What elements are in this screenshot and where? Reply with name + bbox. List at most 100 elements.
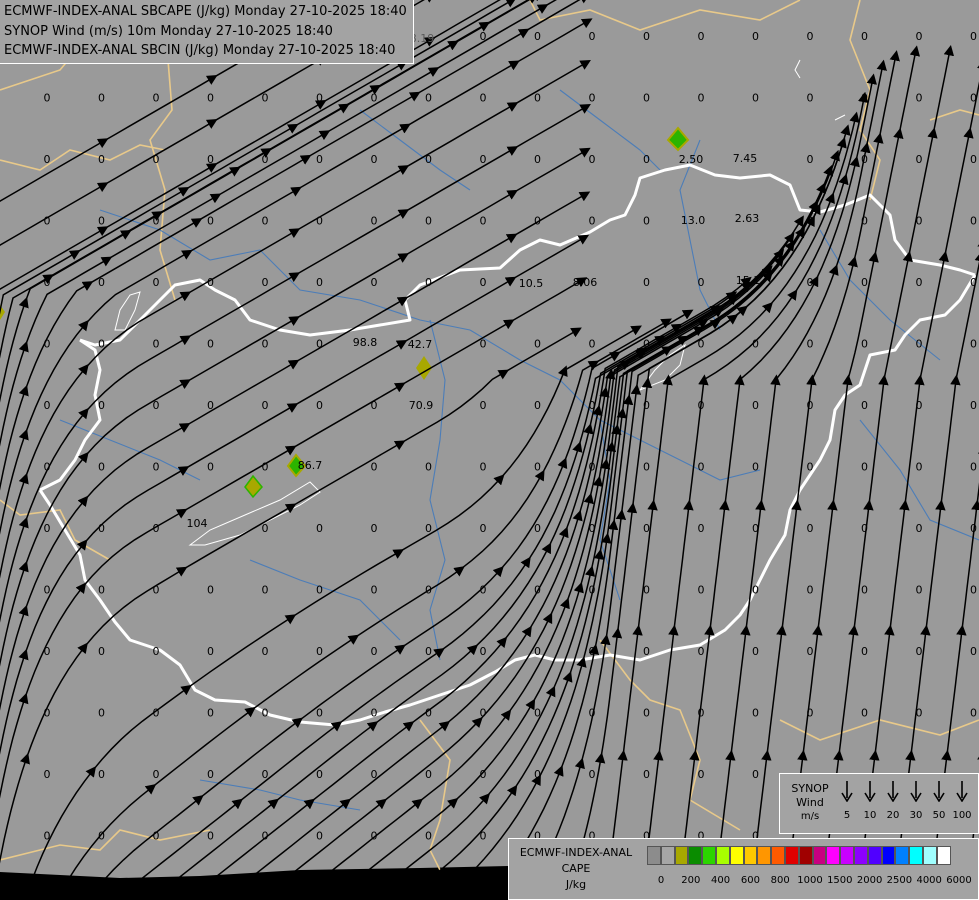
cape-zero-label: 0: [480, 153, 487, 166]
cape-zero-label: 0: [262, 399, 269, 412]
cape-zero-label: 0: [916, 645, 923, 658]
cape-zero-label: 0: [98, 399, 105, 412]
cape-zero-label: 0: [371, 461, 378, 474]
cape-zero-label: 0: [807, 30, 814, 43]
cape-zero-label: 0: [371, 707, 378, 720]
cape-zero-label: 0: [534, 399, 541, 412]
cape-zero-label: 0: [316, 707, 323, 720]
cape-tick-labels: 0 200 400 600 800 1000 1500 2000 2500 4000 6000: [647, 875, 977, 889]
cape-zero-label: 0: [316, 276, 323, 289]
cape-zero-label: 0: [98, 707, 105, 720]
cape-zero-label: 0: [153, 276, 160, 289]
synop-legend-value: 10: [863, 810, 877, 821]
cape-zero-label: 0: [916, 584, 923, 597]
cape-zero-label: 0: [207, 461, 214, 474]
cape-zero-label: 0: [153, 645, 160, 658]
cape-swatch: [729, 846, 744, 865]
cape-zero-label: 0: [262, 338, 269, 351]
cape-zero-label: 0: [643, 461, 650, 474]
cape-zero-label: 0: [371, 645, 378, 658]
cape-zero-label: 0: [480, 645, 487, 658]
cape-color-legend: ECMWF-INDEX-ANAL CAPE J/kg 0 200 400 600 800…: [508, 838, 979, 900]
cin-label: 98.8: [353, 336, 378, 349]
cape-zero-label: 0: [861, 461, 868, 474]
cape-zero-label: 0: [371, 153, 378, 166]
cape-zero-label: 0: [752, 584, 759, 597]
cape-zero-label: 0: [371, 92, 378, 105]
cape-zero-label: 0: [534, 645, 541, 658]
cape-zero-label: 0: [861, 338, 868, 351]
cape-zero-label: 0: [643, 215, 650, 228]
cape-tick-label: 400: [711, 875, 731, 886]
cape-zero-label: 0: [98, 645, 105, 658]
cin-label: 10.5: [519, 277, 544, 290]
synop-legend-unit: m/s: [800, 811, 820, 822]
cape-zero-label: 0: [316, 153, 323, 166]
cape-swatch: [660, 846, 675, 865]
cape-zero-label: 0: [44, 645, 51, 658]
cape-zero-label: 0: [752, 707, 759, 720]
cape-swatch: [757, 846, 772, 865]
cape-swatch: [909, 846, 923, 865]
cape-zero-label: 0: [207, 153, 214, 166]
cape-zero-label: 0: [698, 645, 705, 658]
cape-zero-label: 0: [643, 768, 650, 781]
cin-label: 86.7: [298, 459, 323, 472]
cape-zero-label: 0: [316, 768, 323, 781]
cape-tick-label: 0: [657, 875, 665, 886]
cape-tick-label: 2000: [856, 875, 883, 886]
cape-zero-label: 0: [534, 153, 541, 166]
cape-tick-label: 800: [770, 875, 790, 886]
cape-zero-label: 0: [916, 92, 923, 105]
cape-swatch: [798, 846, 813, 865]
cin-label: 7.45: [733, 152, 758, 165]
wind-arrow-icon: [887, 781, 899, 802]
cape-swatch: [826, 846, 841, 865]
cape-zero-label: 0: [916, 522, 923, 535]
weather-map[interactable]: 0 0 0 0 0 0 0 0 0 0 0 0 0 0 0 0 0 0 0 0 0 0 0 0 0 0 0 0 0 0 0 0 0 0 0 0 0 0 0 0…: [0, 0, 979, 900]
cape-zero-label: 0: [589, 92, 596, 105]
cape-zero-label: 0: [316, 399, 323, 412]
cape-swatch: [853, 846, 868, 865]
cape-zero-label: 0: [807, 153, 814, 166]
cape-zero-label: 0: [534, 461, 541, 474]
cape-zero-label: 0: [534, 30, 541, 43]
synop-legend-subtitle: Wind: [796, 796, 824, 809]
synop-legend-value: 20: [886, 810, 900, 821]
cape-zero-label: 0: [316, 830, 323, 843]
cin-label: 42.7: [408, 338, 433, 351]
wind-arrow-icon: [933, 781, 945, 802]
map-title-box: ECMWF-INDEX-ANAL SBCAPE (J/kg) Monday 27…: [0, 0, 414, 64]
cape-zero-label: 0: [589, 153, 596, 166]
cape-zero-label: 0: [98, 215, 105, 228]
cape-zero-label: 0: [371, 276, 378, 289]
cape-zero-label: 0: [425, 92, 432, 105]
cape-swatch: [922, 846, 937, 865]
cape-zero-label: 0: [643, 30, 650, 43]
cape-zero-label: 0: [970, 584, 977, 597]
cape-zero-label: 0: [752, 30, 759, 43]
cape-zero-label: 0: [371, 522, 378, 535]
cape-swatch: [784, 846, 799, 865]
cin-label: 2.63: [735, 212, 760, 225]
cape-zero-label: 0: [98, 768, 105, 781]
cape-zero-label: 0: [589, 338, 596, 351]
synop-legend-value: 5: [843, 810, 851, 821]
wind-arrow-icon: [956, 781, 968, 802]
cape-zero-label: 0: [44, 399, 51, 412]
cape-zero-label: 0: [752, 768, 759, 781]
cape-zero-label: 0: [480, 215, 487, 228]
cape-tick-label: 4000: [916, 875, 942, 886]
cape-zero-label: 0: [698, 584, 705, 597]
synop-legend-label: SYNOP: [791, 782, 829, 795]
cape-zero-label: 0: [970, 645, 977, 658]
cin-label: 8.06: [573, 276, 598, 289]
cape-zero-label: 0: [698, 30, 705, 43]
cape-swatch: [688, 846, 703, 865]
cape-zero-label: 0: [698, 522, 705, 535]
cape-zero-label: 0: [752, 399, 759, 412]
cape-swatch: [702, 846, 716, 865]
cape-tick-label: 600: [740, 875, 760, 886]
cape-zero-label: 0: [316, 522, 323, 535]
cape-zero-label: 0: [807, 92, 814, 105]
